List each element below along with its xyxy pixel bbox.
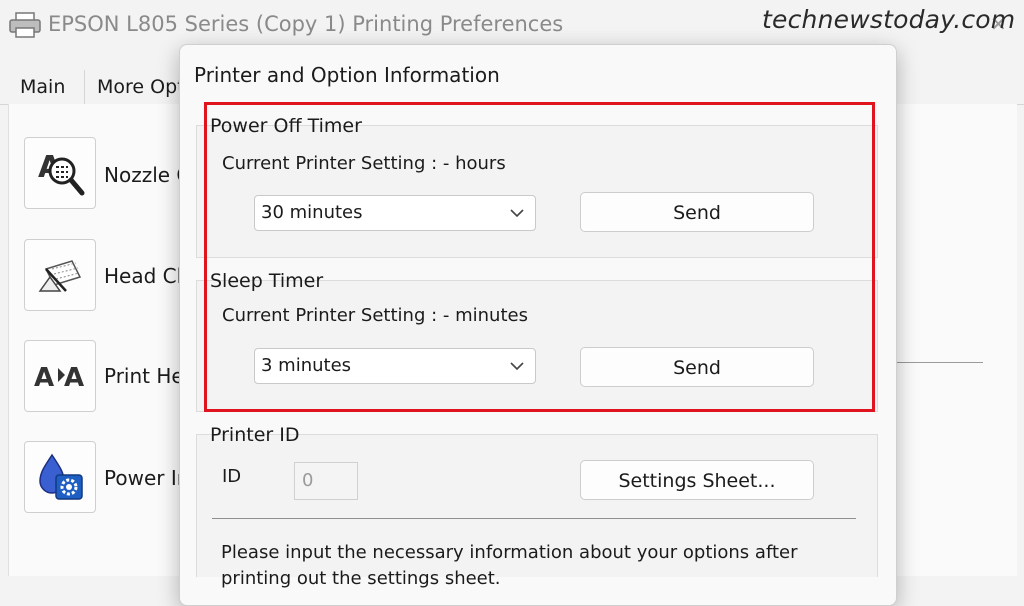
dialog-title: Printer and Option Information	[194, 63, 500, 87]
tab-main[interactable]: Main	[8, 70, 77, 104]
id-field[interactable]: 0	[294, 462, 358, 500]
separator	[212, 518, 856, 519]
id-label: ID	[222, 466, 242, 487]
power-ink-flushing-button[interactable]	[24, 441, 96, 513]
print-head-alignment-icon: A A	[34, 363, 84, 393]
background-divider	[895, 362, 983, 363]
info-text: Please input the necessary information a…	[221, 542, 798, 589]
printer-icon	[9, 12, 41, 38]
head-cleaning-button[interactable]	[24, 239, 96, 311]
highlight-box	[204, 102, 875, 412]
print-head-alignment-button[interactable]: A A	[24, 340, 96, 412]
power-ink-flushing-icon	[39, 453, 83, 500]
nozzle-check-label: Nozzle C	[104, 163, 191, 187]
nozzle-check-icon: A	[38, 150, 85, 196]
nozzle-check-button[interactable]: A	[24, 137, 96, 209]
printer-id-title: Printer ID	[210, 424, 300, 446]
svg-text:A: A	[64, 363, 84, 393]
svg-text:A: A	[34, 363, 54, 393]
background-window-title: EPSON L805 Series (Copy 1) Printing Pref…	[48, 12, 564, 36]
head-cleaning-icon	[38, 260, 82, 292]
settings-sheet-button[interactable]: Settings Sheet...	[580, 460, 814, 500]
power-ink-flushing-label: Power In	[104, 466, 190, 490]
watermark: technewstoday.com	[762, 5, 1016, 34]
